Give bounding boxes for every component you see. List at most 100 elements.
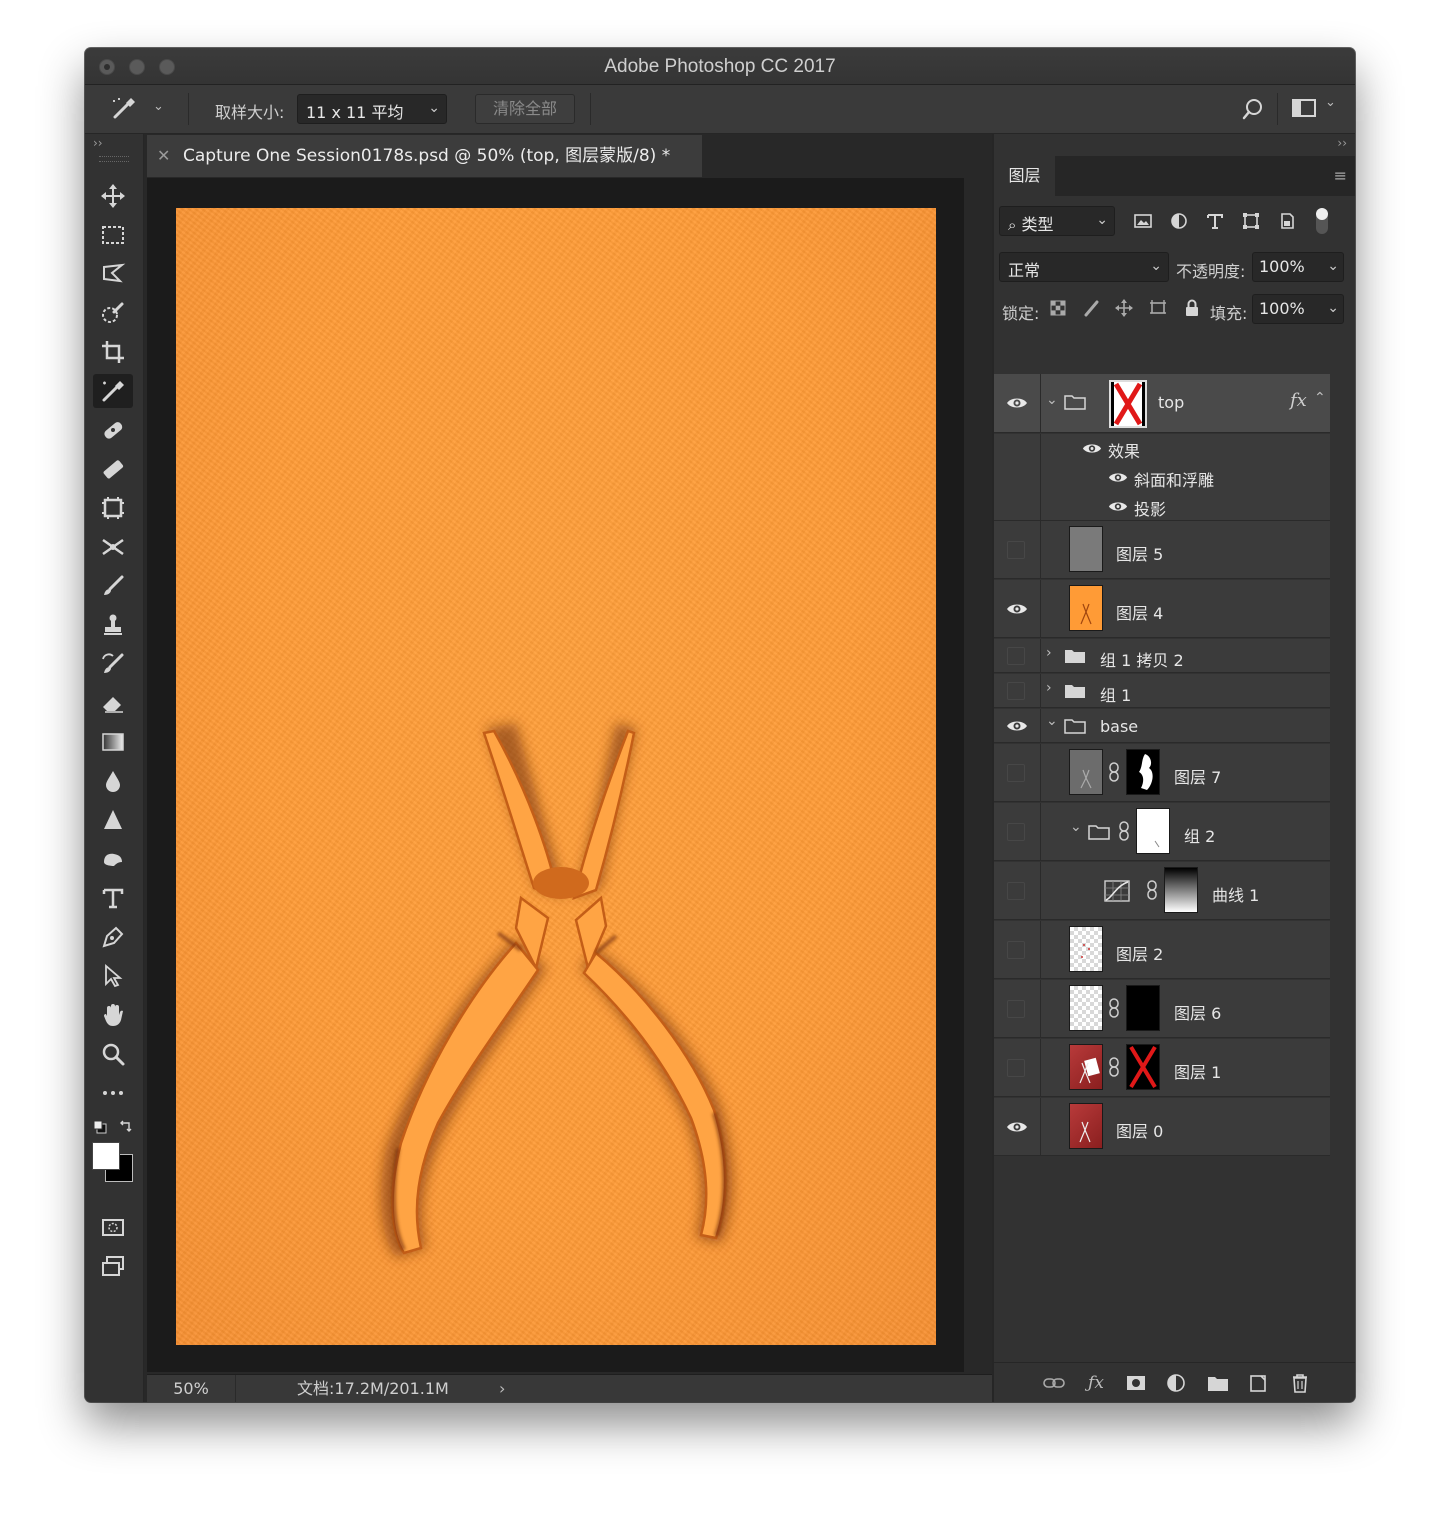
new-group-icon[interactable] — [1206, 1371, 1230, 1395]
layer-row-layer7[interactable]: 图层 7 — [994, 744, 1330, 802]
panel-grip[interactable] — [99, 156, 129, 162]
visibility-toggle[interactable] — [994, 1039, 1041, 1096]
close-tab-icon[interactable]: ✕ — [157, 135, 170, 177]
vertical-scrollbar[interactable] — [964, 178, 992, 1372]
marquee-tool[interactable] — [93, 218, 133, 252]
visibility-toggle[interactable] — [994, 709, 1041, 742]
filter-shape-icon[interactable] — [1240, 210, 1262, 232]
blur-tool[interactable] — [93, 764, 133, 798]
foreground-color-swatch[interactable] — [92, 1142, 120, 1170]
eyedropper-tool[interactable] — [93, 374, 133, 408]
quick-mask-button[interactable] — [93, 1210, 133, 1244]
type-tool[interactable] — [93, 881, 133, 915]
layer-row-layer5[interactable]: 图层 5 — [994, 521, 1330, 579]
collapse-arrows-icon[interactable]: ›› — [93, 136, 103, 150]
screen-mode-button[interactable] — [93, 1249, 133, 1283]
quick-selection-tool[interactable] — [93, 296, 133, 330]
panel-menu-icon[interactable]: ≡ — [1334, 166, 1347, 185]
tool-preset-picker[interactable]: ⌄ — [109, 95, 165, 123]
visibility-toggle[interactable] — [994, 374, 1041, 432]
link-chain-icon[interactable] — [1108, 1057, 1120, 1077]
transform-tool[interactable] — [93, 491, 133, 525]
visibility-toggle[interactable] — [994, 803, 1041, 860]
visibility-toggle[interactable] — [994, 1098, 1041, 1155]
link-chain-icon[interactable] — [1108, 762, 1120, 782]
layer-row-layer1[interactable]: 图层 1 — [994, 1039, 1330, 1097]
layer-mask-thumbnail[interactable] — [1109, 380, 1147, 428]
lasso-tool[interactable] — [93, 257, 133, 291]
eraser-tool[interactable] — [93, 686, 133, 720]
filter-pixel-icon[interactable] — [1132, 210, 1154, 232]
lock-pixels-icon[interactable] — [1082, 298, 1104, 320]
more-tools-button[interactable] — [93, 1076, 133, 1110]
chevron-down-icon[interactable]: ⌄ — [1046, 713, 1058, 729]
add-layer-style-icon[interactable]: ƒx — [1084, 1371, 1108, 1395]
sample-size-select[interactable]: 11 x 11 平均 ⌄ — [297, 94, 447, 124]
effects-label[interactable]: 效果 — [1108, 438, 1140, 462]
pen-tool[interactable] — [93, 920, 133, 954]
visibility-toggle[interactable] — [994, 521, 1041, 578]
add-mask-icon[interactable] — [1124, 1371, 1148, 1395]
filter-type-icon[interactable] — [1204, 210, 1226, 232]
search-icon[interactable] — [1241, 97, 1265, 121]
eye-icon[interactable] — [1108, 471, 1128, 484]
lock-position-icon[interactable] — [1114, 298, 1136, 320]
layer-row-group2[interactable]: ⌄ 组 2 — [994, 803, 1330, 861]
lock-all-icon[interactable] — [1182, 298, 1204, 320]
bevel-emboss-effect[interactable]: 斜面和浮雕 — [1134, 467, 1214, 491]
link-layers-icon[interactable] — [1042, 1371, 1066, 1395]
link-chain-icon[interactable] — [1146, 880, 1158, 900]
chevron-right-icon[interactable]: › — [1046, 680, 1052, 696]
tab-layers[interactable]: 图层 — [994, 156, 1055, 196]
layer-mask-thumbnail[interactable] — [1126, 749, 1160, 795]
eye-icon[interactable] — [1082, 442, 1102, 455]
blend-mode-select[interactable]: 正常 ⌄ — [999, 252, 1169, 282]
layer-row-top[interactable]: ⌄ top fx ⌃ — [994, 374, 1330, 433]
lock-artboard-icon[interactable] — [1148, 298, 1170, 320]
visibility-toggle[interactable] — [994, 639, 1041, 672]
filter-adjustment-icon[interactable] — [1168, 210, 1190, 232]
eye-icon[interactable] — [1108, 500, 1128, 513]
sharpen-tool[interactable] — [93, 803, 133, 837]
chevron-up-icon[interactable]: ⌃ — [1314, 390, 1326, 406]
clone-stamp-tool[interactable] — [93, 608, 133, 642]
layer-mask-thumbnail[interactable] — [1126, 985, 1160, 1031]
layer-mask-thumbnail[interactable] — [1164, 867, 1198, 913]
history-brush-tool[interactable] — [93, 647, 133, 681]
zoom-tool[interactable] — [93, 1037, 133, 1071]
hand-tool[interactable] — [93, 998, 133, 1032]
filter-toggle-switch[interactable] — [1316, 208, 1328, 234]
link-chain-icon[interactable] — [1108, 998, 1120, 1018]
layer-row-base[interactable]: ⌄ base — [994, 709, 1330, 743]
workspace-switcher[interactable]: ⌄ — [1291, 95, 1341, 121]
visibility-toggle[interactable] — [994, 980, 1041, 1037]
collapse-arrows-icon[interactable]: ›› — [1337, 136, 1347, 150]
swap-colors-icon[interactable] — [119, 1118, 133, 1132]
gradient-tool[interactable] — [93, 725, 133, 759]
crop-tool[interactable] — [93, 335, 133, 369]
layer-row-group1[interactable]: › 组 1 — [994, 674, 1330, 708]
path-selection-tool[interactable] — [93, 959, 133, 993]
layer-row-layer4[interactable]: 图层 4 — [994, 580, 1330, 638]
healing-brush-tool[interactable] — [93, 452, 133, 486]
fill-field[interactable]: 100% ⌄ — [1252, 294, 1344, 324]
chevron-down-icon[interactable]: ⌄ — [1046, 392, 1058, 408]
spot-healing-tool[interactable] — [93, 413, 133, 447]
delete-layer-icon[interactable] — [1288, 1371, 1312, 1395]
chevron-down-icon[interactable]: ⌄ — [1070, 819, 1082, 835]
filter-kind-select[interactable]: ⌕ 类型 ⌄ — [999, 206, 1115, 236]
new-adjustment-layer-icon[interactable] — [1164, 1371, 1188, 1395]
brush-tool[interactable] — [93, 569, 133, 603]
document-tab[interactable]: ✕ Capture One Session0178s.psd @ 50% (to… — [147, 135, 702, 177]
layer-row-group1-copy2[interactable]: › 组 1 拷贝 2 — [994, 639, 1330, 673]
layer-row-layer2[interactable]: 图层 2 — [994, 921, 1330, 979]
chevron-right-icon[interactable]: › — [1046, 645, 1052, 661]
drop-shadow-effect[interactable]: 投影 — [1134, 496, 1166, 520]
dodge-tool[interactable] — [93, 842, 133, 876]
layer-fx-badge[interactable]: fx — [1290, 390, 1307, 411]
lock-transparent-icon[interactable] — [1048, 298, 1070, 320]
filter-smart-object-icon[interactable] — [1276, 210, 1298, 232]
chevron-right-icon[interactable]: › — [499, 1375, 505, 1402]
visibility-toggle[interactable] — [994, 580, 1041, 637]
clear-all-button[interactable]: 清除全部 — [475, 94, 575, 124]
